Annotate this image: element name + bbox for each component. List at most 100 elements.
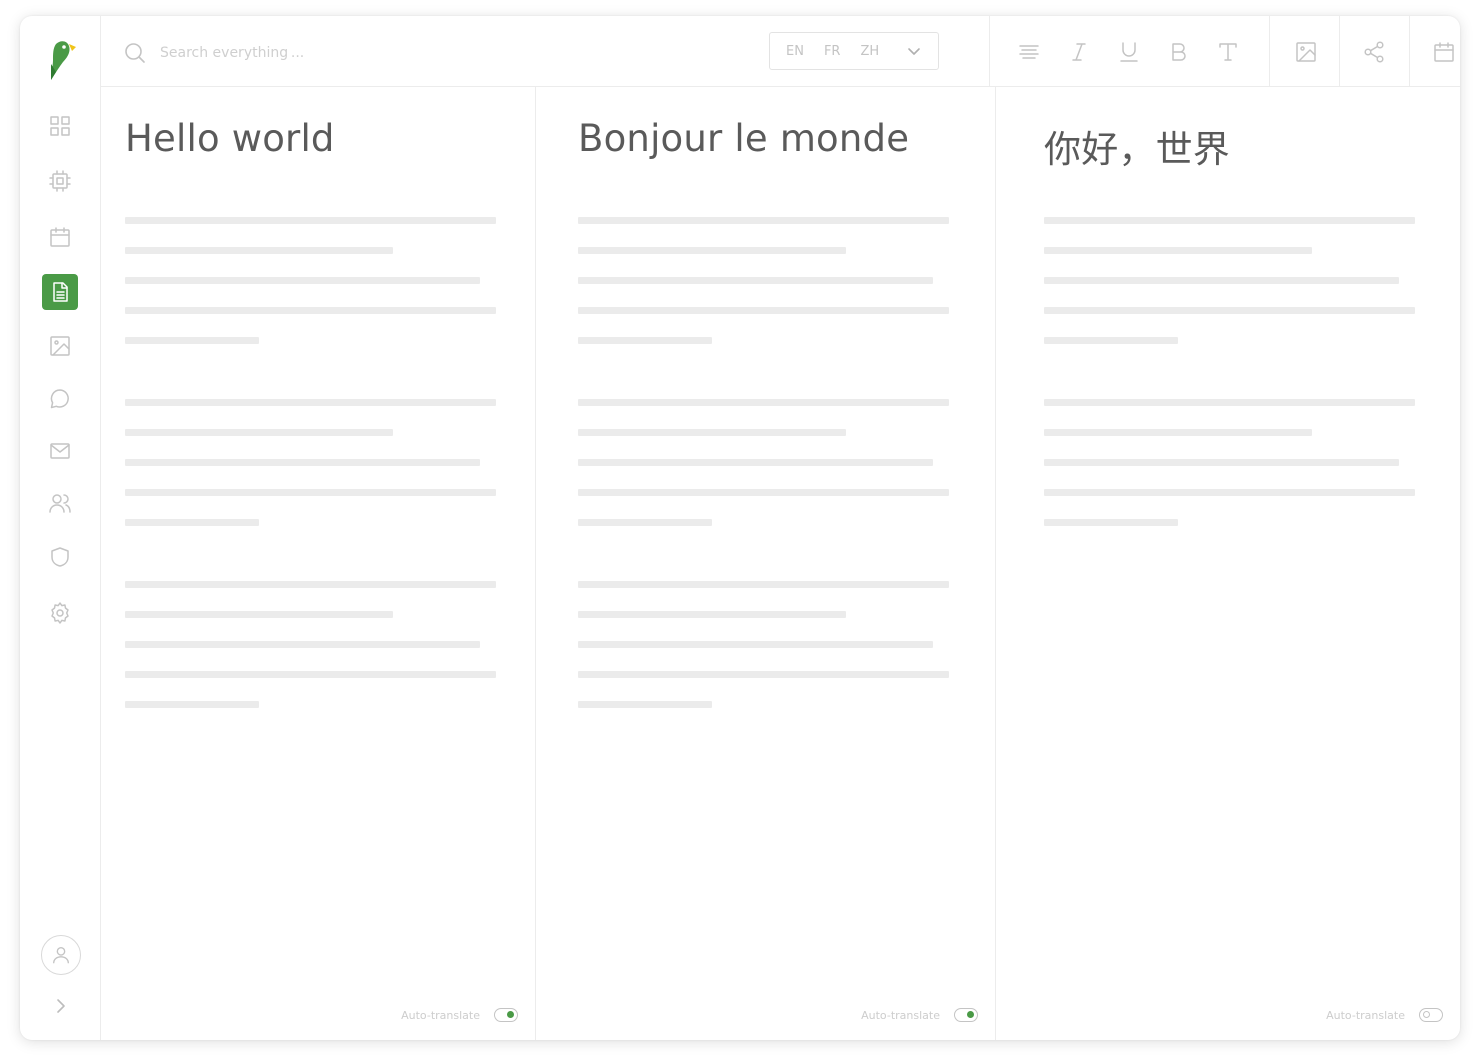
document-title[interactable]: 你好，世界: [1044, 119, 1230, 173]
text-line-placeholder: [125, 701, 259, 708]
toolbar-divider: [1409, 16, 1410, 87]
search-bar[interactable]: [123, 40, 423, 66]
mail-icon: [50, 443, 70, 459]
document-title[interactable]: Bonjour le monde: [578, 117, 909, 160]
schedule-button[interactable]: [1431, 39, 1457, 65]
italic-button[interactable]: [1066, 39, 1092, 65]
chevron-right-icon: [57, 999, 65, 1013]
align-text-icon: [1019, 45, 1039, 59]
gear-icon: [51, 602, 69, 624]
sidebar-item-users[interactable]: [42, 485, 78, 521]
text-line-placeholder: [578, 701, 712, 708]
align-text-button[interactable]: [1016, 39, 1042, 65]
text-line-placeholder: [1044, 337, 1178, 344]
text-line-placeholder: [125, 611, 393, 618]
text-line-placeholder: [125, 581, 496, 588]
insert-image-button[interactable]: [1293, 39, 1319, 65]
text-line-placeholder: [1044, 307, 1415, 314]
auto-translate-toggle[interactable]: [494, 1008, 518, 1022]
users-icon: [49, 494, 71, 513]
expand-sidebar-button[interactable]: [51, 996, 71, 1016]
chevron-down-icon[interactable]: [906, 43, 922, 59]
topbar: EN FR ZH: [101, 16, 1460, 87]
underline-button[interactable]: [1116, 39, 1142, 65]
bold-button[interactable]: [1166, 39, 1192, 65]
chip-icon: [49, 170, 71, 192]
italic-icon: [1072, 43, 1086, 61]
sidebar-item-images[interactable]: [42, 328, 78, 364]
text-line-placeholder: [578, 429, 846, 436]
text-line-placeholder: [578, 277, 933, 284]
search-icon: [125, 43, 145, 63]
text-line-placeholder: [125, 519, 259, 526]
text-style-icon: [1219, 43, 1237, 61]
text-line-placeholder: [125, 399, 496, 406]
text-line-placeholder: [578, 611, 846, 618]
text-line-placeholder: [578, 307, 949, 314]
text-line-placeholder: [578, 399, 949, 406]
search-input[interactable]: [160, 45, 400, 61]
sidebar-item-dashboard[interactable]: [42, 108, 78, 144]
text-line-placeholder: [125, 247, 393, 254]
text-line-placeholder: [125, 277, 480, 284]
document-icon: [53, 282, 68, 302]
text-line-placeholder: [125, 217, 496, 224]
calendar-icon: [1434, 42, 1454, 62]
text-line-placeholder: [578, 337, 712, 344]
language-selector[interactable]: EN FR ZH: [769, 32, 939, 70]
shield-icon: [51, 547, 69, 567]
text-line-placeholder: [578, 247, 846, 254]
text-line-placeholder: [125, 307, 496, 314]
toolbar-divider: [1339, 16, 1340, 87]
underline-icon: [1120, 42, 1138, 62]
auto-translate-label: Auto-translate: [861, 1008, 940, 1022]
sidebar-item-security[interactable]: [42, 539, 78, 575]
text-line-placeholder: [1044, 489, 1415, 496]
text-line-placeholder: [578, 217, 949, 224]
app-window: EN FR ZH: [20, 16, 1460, 1040]
text-line-placeholder: [1044, 459, 1399, 466]
share-icon: [1364, 41, 1384, 63]
text-style-button[interactable]: [1215, 39, 1241, 65]
text-line-placeholder: [578, 519, 712, 526]
auto-translate-control: Auto-translate: [401, 1006, 518, 1024]
auto-translate-toggle[interactable]: [1419, 1008, 1443, 1022]
document-column-zh: 你好，世界 Auto-translate: [996, 87, 1460, 1040]
text-line-placeholder: [125, 489, 496, 496]
chat-icon: [50, 389, 69, 409]
text-line-placeholder: [125, 459, 480, 466]
text-line-placeholder: [125, 337, 259, 344]
text-line-placeholder: [578, 671, 949, 678]
document-column-en: Hello world Auto-translate: [101, 87, 536, 1040]
language-option-en[interactable]: EN: [786, 44, 804, 59]
text-line-placeholder: [1044, 399, 1415, 406]
text-line-placeholder: [125, 429, 393, 436]
auto-translate-toggle[interactable]: [954, 1008, 978, 1022]
user-avatar[interactable]: [41, 935, 81, 975]
auto-translate-label: Auto-translate: [1326, 1008, 1405, 1022]
user-avatar-icon: [52, 946, 70, 964]
text-line-placeholder: [578, 489, 949, 496]
text-line-placeholder: [1044, 277, 1399, 284]
document-title[interactable]: Hello world: [125, 117, 335, 160]
document-column-fr: Bonjour le monde Auto-translate: [536, 87, 996, 1040]
dashboard-grid-icon: [50, 116, 70, 136]
text-line-placeholder: [1044, 519, 1178, 526]
sidebar-item-mail[interactable]: [42, 433, 78, 469]
image-icon: [50, 336, 70, 356]
text-line-placeholder: [1044, 429, 1312, 436]
language-option-zh[interactable]: ZH: [860, 44, 879, 59]
auto-translate-label: Auto-translate: [401, 1008, 480, 1022]
sidebar-item-chip[interactable]: [42, 163, 78, 199]
sidebar-item-documents[interactable]: [42, 274, 78, 310]
sidebar-item-calendar[interactable]: [42, 219, 78, 255]
text-line-placeholder: [1044, 217, 1415, 224]
sidebar-item-chat[interactable]: [42, 381, 78, 417]
insert-image-icon: [1296, 42, 1316, 62]
share-button[interactable]: [1361, 39, 1387, 65]
bold-icon: [1172, 43, 1186, 61]
text-line-placeholder: [578, 581, 949, 588]
language-option-fr[interactable]: FR: [824, 44, 841, 59]
sidebar-item-settings[interactable]: [42, 595, 78, 631]
parrot-logo: [47, 38, 79, 82]
